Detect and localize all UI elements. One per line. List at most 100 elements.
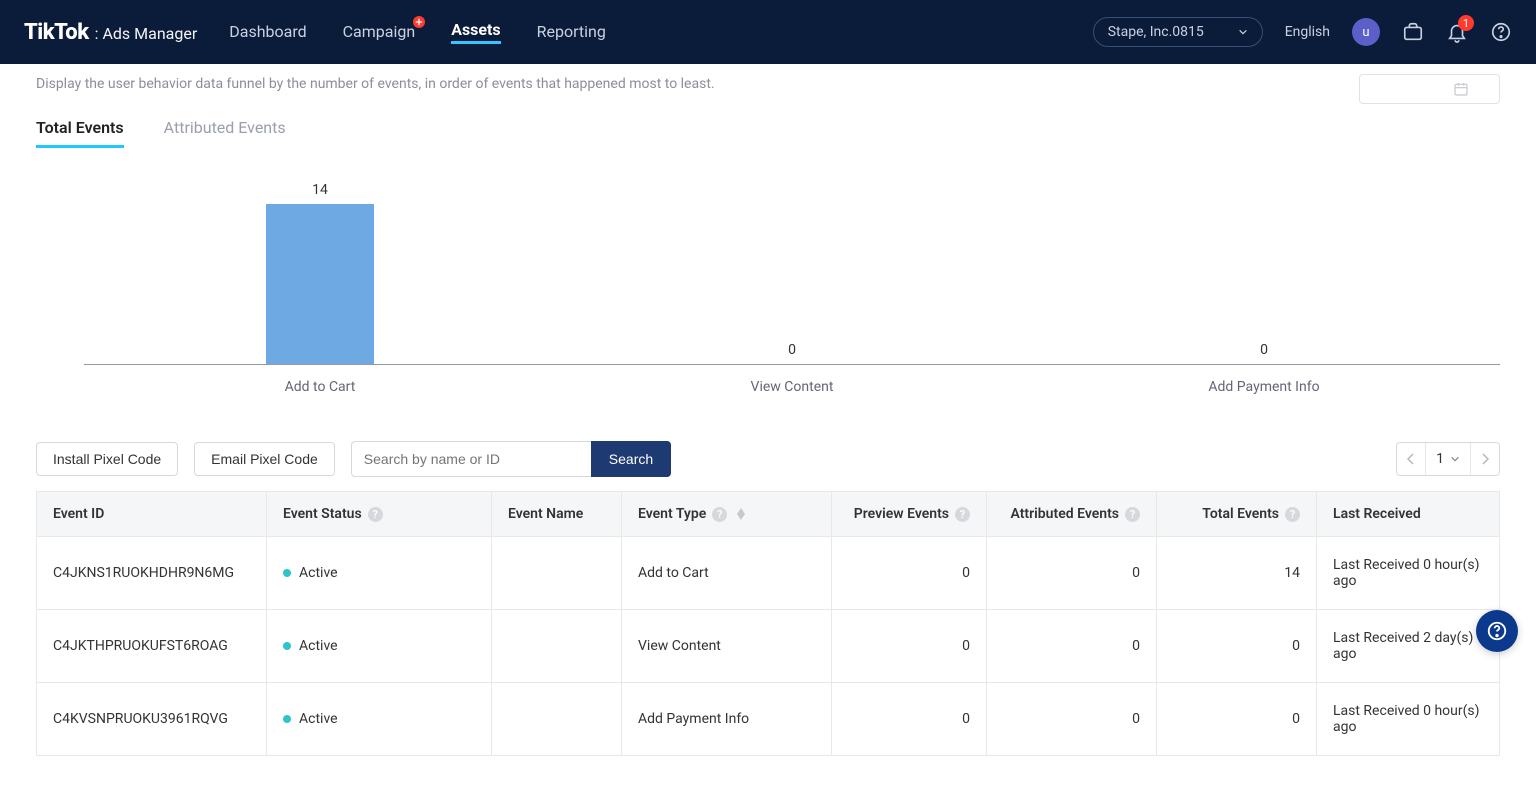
logo[interactable]: TikTok : Ads Manager: [24, 20, 197, 45]
chevron-down-icon: [1450, 454, 1460, 464]
chart-bar: 14: [84, 182, 556, 364]
nav-campaign[interactable]: Campaign: [343, 22, 416, 43]
chevron-down-icon: [1238, 27, 1248, 37]
cell-event-type: Add to Cart: [622, 537, 832, 610]
cell-preview-events: 0: [832, 537, 987, 610]
cell-event-status: Active: [267, 683, 492, 756]
th-attributed-events[interactable]: Attributed Events?: [987, 492, 1157, 537]
cell-last-received: Last Received 0 hour(s) ago: [1317, 683, 1500, 756]
cell-event-status: Active: [267, 537, 492, 610]
status-dot-icon: [283, 569, 291, 577]
cell-last-received: Last Received 0 hour(s) ago: [1317, 537, 1500, 610]
status-dot-icon: [283, 642, 291, 650]
cell-event-status: Active: [267, 610, 492, 683]
sort-icon[interactable]: [737, 508, 745, 520]
th-event-id[interactable]: Event ID: [37, 492, 267, 537]
pager-next[interactable]: [1471, 443, 1499, 475]
tab-total-events[interactable]: Total Events: [36, 110, 124, 148]
email-pixel-button[interactable]: Email Pixel Code: [194, 442, 335, 476]
pager-page-select[interactable]: 1: [1425, 443, 1471, 475]
language-selector[interactable]: English: [1285, 24, 1330, 40]
cell-total-events: 0: [1157, 610, 1317, 683]
cell-last-received: Last Received 2 day(s) ago: [1317, 610, 1500, 683]
help-icon[interactable]: [1490, 21, 1512, 43]
topbar-right: Stape, Inc.0815 English u 1: [1093, 17, 1512, 47]
date-range-picker[interactable]: placeholder: [1359, 74, 1500, 104]
cell-event-id: C4JKTHPRUOKUFST6ROAG: [37, 610, 267, 683]
logo-text: TikTok: [24, 20, 89, 45]
table-row[interactable]: C4JKNS1RUOKHDHR9N6MGActiveAdd to Cart001…: [37, 537, 1500, 610]
chart-bar: 0: [556, 342, 1028, 364]
nav-reporting[interactable]: Reporting: [537, 22, 606, 43]
th-event-status[interactable]: Event Status?: [267, 492, 492, 537]
th-event-type[interactable]: Event Type ?: [622, 492, 832, 537]
search-input[interactable]: [351, 441, 591, 477]
cell-event-name: [492, 610, 622, 683]
chart-bar-value: 14: [312, 182, 328, 198]
floating-help-button[interactable]: [1476, 610, 1518, 652]
cell-event-id: C4JKNS1RUOKHDHR9N6MG: [37, 537, 267, 610]
main-nav: Dashboard Campaign Assets Reporting: [229, 20, 606, 44]
tab-attributed-events[interactable]: Attributed Events: [164, 110, 286, 148]
cell-event-type: Add Payment Info: [622, 683, 832, 756]
notification-count: 1: [1458, 15, 1474, 31]
account-name: Stape, Inc.0815: [1108, 24, 1204, 40]
nav-campaign-label: Campaign: [343, 22, 416, 41]
search-group: Search: [351, 441, 671, 477]
th-last-received[interactable]: Last Received: [1317, 492, 1500, 537]
cell-total-events: 14: [1157, 537, 1317, 610]
chart-bar-label: Add Payment Info: [1028, 365, 1500, 395]
help-tooltip-icon[interactable]: ?: [1285, 507, 1300, 522]
help-tooltip-icon[interactable]: ?: [368, 507, 383, 522]
cell-preview-events: 0: [832, 683, 987, 756]
avatar[interactable]: u: [1352, 18, 1380, 46]
table-row[interactable]: C4KVSNPRUOKU3961RQVGActive Add Payment In…: [37, 683, 1500, 756]
briefcase-icon[interactable]: [1402, 21, 1424, 43]
cell-preview-events: 0: [832, 610, 987, 683]
help-tooltip-icon[interactable]: ?: [1125, 507, 1140, 522]
pager-prev[interactable]: [1397, 443, 1425, 475]
install-pixel-button[interactable]: Install Pixel Code: [36, 442, 178, 476]
chevron-right-icon: [1480, 453, 1490, 465]
help-tooltip-icon[interactable]: ?: [712, 507, 727, 522]
table-header-row: Event ID Event Status? Event Name Event …: [37, 492, 1500, 537]
nav-dashboard[interactable]: Dashboard: [229, 22, 306, 43]
section-description: Display the user behavior data funnel by…: [36, 76, 1500, 92]
pagination: 1: [1396, 442, 1500, 476]
cell-attributed-events: 0: [987, 683, 1157, 756]
chart-bar-value: 0: [1260, 342, 1268, 358]
th-preview-events[interactable]: Preview Events?: [832, 492, 987, 537]
cell-total-events: 0: [1157, 683, 1317, 756]
notification-bell-icon[interactable]: 1: [1446, 21, 1468, 43]
nav-assets[interactable]: Assets: [451, 20, 500, 44]
calendar-icon: [1453, 81, 1469, 97]
chart-bar: 0: [1028, 342, 1500, 364]
chart-bar-label: Add to Cart: [84, 365, 556, 395]
status-dot-icon: [283, 715, 291, 723]
funnel-bar-chart: 14 0 0 Add to CartView ContentAdd Payment …: [36, 158, 1500, 401]
top-navbar: TikTok : Ads Manager Dashboard Campaign …: [0, 0, 1536, 64]
funnel-subtabs: Total Events Attributed Events: [36, 110, 1500, 148]
logo-subtitle: : Ads Manager: [95, 24, 198, 43]
account-selector[interactable]: Stape, Inc.0815: [1093, 17, 1263, 47]
chart-bar-value: 0: [788, 342, 796, 358]
search-button[interactable]: Search: [591, 441, 671, 477]
chevron-left-icon: [1406, 453, 1416, 465]
page-content: Display the user behavior data funnel by…: [0, 76, 1536, 786]
cell-attributed-events: 0: [987, 537, 1157, 610]
help-tooltip-icon[interactable]: ?: [955, 507, 970, 522]
events-table: Event ID Event Status? Event Name Event …: [36, 491, 1500, 756]
chart-bar-label: View Content: [556, 365, 1028, 395]
pager-current-page: 1: [1436, 451, 1444, 467]
table-row[interactable]: C4JKTHPRUOKUFST6ROAGActiveView Content00…: [37, 610, 1500, 683]
th-event-name[interactable]: Event Name: [492, 492, 622, 537]
cell-event-name: [492, 537, 622, 610]
cell-event-id: C4KVSNPRUOKU3961RQVG: [37, 683, 267, 756]
th-total-events[interactable]: Total Events?: [1157, 492, 1317, 537]
cell-event-name: [492, 683, 622, 756]
chart-bar-rect: [266, 204, 374, 364]
plus-badge-icon: [413, 16, 425, 28]
cell-attributed-events: 0: [987, 610, 1157, 683]
table-toolbar: Install Pixel Code Email Pixel Code Sear…: [36, 441, 1500, 477]
cell-event-type: View Content: [622, 610, 832, 683]
